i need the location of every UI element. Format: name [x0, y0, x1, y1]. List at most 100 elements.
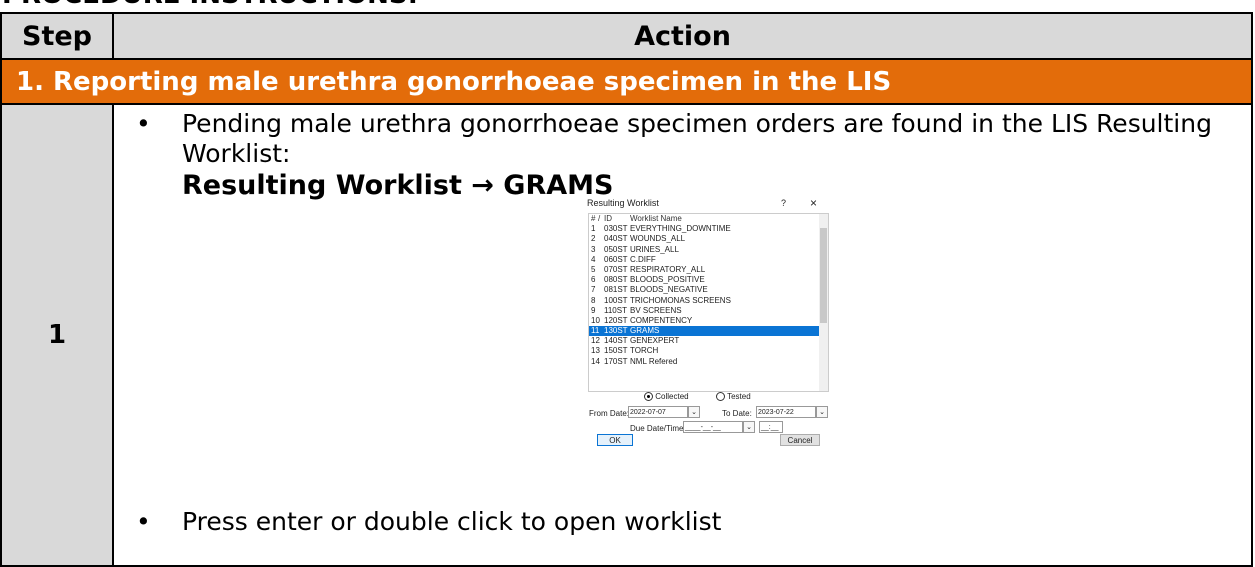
row-name: GENEXPERT	[630, 336, 680, 346]
row-id: 050ST	[604, 244, 628, 254]
row-num: 6	[591, 275, 596, 285]
step-number: 1	[0, 103, 114, 567]
row-name: BLOODS_POSITIVE	[630, 275, 705, 285]
row-id: 120ST	[604, 315, 628, 325]
to-date-label: To Date:	[722, 409, 752, 418]
worklist-list[interactable]: # / ID Worklist Name 1 030ST EVERYTHING_DO…	[588, 213, 829, 392]
row-num: 12	[591, 336, 600, 346]
row-num: 4	[591, 254, 596, 264]
instruction-text: Pending male urethra gonorrhoeae specime…	[182, 109, 1212, 168]
row-num: 10	[591, 315, 600, 325]
list-item[interactable]: 2 040ST WOUNDS_ALL	[589, 234, 828, 244]
section-row: 1. Reporting male urethra gonorrhoeae sp…	[0, 58, 1253, 105]
help-icon[interactable]: ?	[781, 198, 786, 208]
row-num: 8	[591, 295, 596, 305]
action-column-header: Action	[112, 12, 1253, 60]
row-name: TRICHOMONAS SCREENS	[630, 295, 731, 305]
row-name: BV SCREENS	[630, 305, 682, 315]
resulting-worklist-dialog: Resulting Worklist ? × # / ID Worklist N…	[585, 196, 831, 448]
list-item[interactable]: 13 150ST TORCH	[589, 346, 828, 356]
row-id: 150ST	[604, 346, 628, 356]
procedure-table: Step Action 1. Reporting male urethra go…	[0, 12, 1253, 567]
due-date-dropdown-icon[interactable]: ⌄	[743, 421, 755, 433]
radio-unchecked-icon	[716, 392, 725, 402]
row-id: 081ST	[604, 285, 628, 295]
header-id: ID	[604, 214, 612, 223]
cancel-button[interactable]: Cancel	[780, 434, 820, 446]
date-type-radios: Collected Tested	[585, 392, 831, 404]
list-item[interactable]: 8 100ST TRICHOMONAS SCREENS	[589, 296, 828, 306]
tested-radio[interactable]: Tested	[716, 392, 751, 402]
row-num: 11	[591, 326, 600, 336]
scrollbar-thumb[interactable]	[820, 228, 827, 323]
row-name: WOUNDS_ALL	[630, 234, 686, 244]
row-id: 060ST	[604, 254, 628, 264]
row-id: 040ST	[604, 234, 628, 244]
row-id: 100ST	[604, 295, 628, 305]
procedure-heading: PROCEDURE INSTRUCTIONS:	[2, 0, 418, 10]
row-name: BLOODS_NEGATIVE	[630, 285, 708, 295]
list-item[interactable]: 7 081ST BLOODS_NEGATIVE	[589, 285, 828, 295]
row-num: 9	[591, 305, 596, 315]
list-scrollbar[interactable]	[819, 214, 828, 391]
close-icon[interactable]: ×	[810, 196, 817, 210]
section-title: 1. Reporting male urethra gonorrhoeae sp…	[0, 58, 1253, 105]
due-date-input[interactable]: ____-__-__	[683, 421, 743, 433]
tested-label: Tested	[727, 392, 751, 401]
collected-label: Collected	[655, 392, 689, 401]
row-name: TORCH	[630, 346, 659, 356]
row-num: 3	[591, 244, 596, 254]
from-date-dropdown-icon[interactable]: ⌄	[688, 406, 700, 418]
from-date-input[interactable]: 2022-07-07	[628, 406, 688, 418]
row-num: 7	[591, 285, 596, 295]
collected-radio[interactable]: Collected	[644, 392, 689, 402]
step-row: 1 • Pending male urethra gonorrhoeae spe…	[0, 103, 1253, 567]
row-name: NML Refered	[630, 356, 678, 366]
to-date-input[interactable]: 2023-07-22	[756, 406, 816, 418]
row-name: URINES_ALL	[630, 244, 679, 254]
dialog-title: Resulting Worklist	[587, 198, 659, 208]
step-column-header: Step	[0, 12, 114, 60]
list-item[interactable]: 11 130ST GRAMS	[589, 326, 828, 337]
row-num: 1	[591, 224, 596, 234]
row-num: 2	[591, 234, 596, 244]
radio-checked-icon	[644, 392, 653, 402]
row-id: 070ST	[604, 264, 628, 274]
row-name: RESPIRATORY_ALL	[630, 264, 706, 274]
row-id: 130ST	[604, 326, 628, 336]
action-cell: • Pending male urethra gonorrhoeae speci…	[112, 103, 1253, 567]
list-item[interactable]: 9 110ST BV SCREENS	[589, 306, 828, 316]
row-name: GRAMS	[630, 326, 660, 336]
due-time-input[interactable]: __:__	[759, 421, 783, 433]
row-id: 030ST	[604, 224, 628, 234]
header-num: #	[591, 214, 596, 223]
row-id: 110ST	[604, 305, 627, 315]
list-header: # / ID Worklist Name	[589, 214, 828, 224]
list-item[interactable]: 1 030ST EVERYTHING_DOWNTIME	[589, 224, 828, 234]
bullet-glyph: •	[136, 109, 151, 138]
to-date-dropdown-icon[interactable]: ⌄	[816, 406, 828, 418]
table-header-row: Step Action	[0, 12, 1253, 60]
list-item[interactable]: 14 170ST NML Refered	[589, 357, 828, 367]
list-item[interactable]: 3 050ST URINES_ALL	[589, 245, 828, 255]
list-item[interactable]: 10 120ST COMPENTENCY	[589, 316, 828, 326]
header-sort: /	[598, 214, 601, 223]
from-date-label: From Date:	[589, 409, 630, 418]
due-date-label: Due Date/Time:	[630, 424, 686, 433]
header-name: Worklist Name	[630, 214, 682, 223]
row-id: 080ST	[604, 275, 628, 285]
row-num: 5	[591, 264, 596, 274]
list-item[interactable]: 5 070ST RESPIRATORY_ALL	[589, 265, 828, 275]
row-name: COMPENTENCY	[630, 315, 693, 325]
instruction-text-2: Press enter or double click to open work…	[182, 507, 722, 536]
row-num: 14	[591, 356, 600, 366]
row-name: EVERYTHING_DOWNTIME	[630, 224, 731, 234]
row-id: 170ST	[604, 356, 628, 366]
row-num: 13	[591, 346, 600, 356]
list-item[interactable]: 6 080ST BLOODS_POSITIVE	[589, 275, 828, 285]
instruction-bullet: • Pending male urethra gonorrhoeae speci…	[136, 109, 1236, 201]
list-item[interactable]: 12 140ST GENEXPERT	[589, 336, 828, 346]
row-name: C.DIFF	[630, 254, 656, 264]
ok-button[interactable]: OK	[597, 434, 633, 446]
list-item[interactable]: 4 060ST C.DIFF	[589, 255, 828, 265]
